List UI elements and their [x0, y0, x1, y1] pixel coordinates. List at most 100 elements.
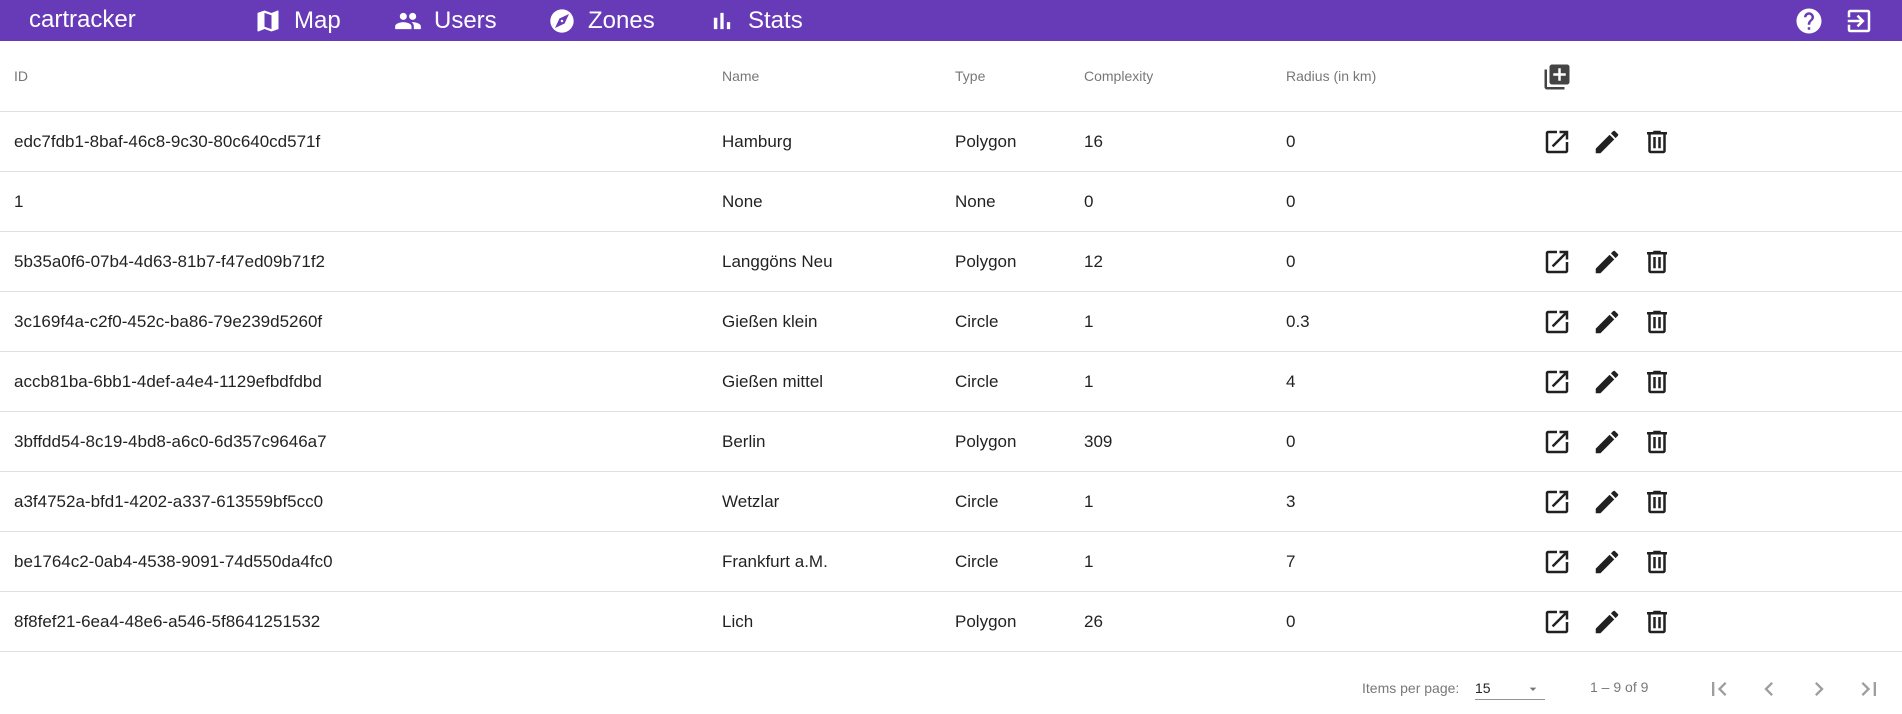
- open-in-new-icon: [1545, 310, 1569, 334]
- delete-trash-icon: [1647, 550, 1667, 574]
- cell-complexity: 1: [1084, 552, 1094, 571]
- table-row[interactable]: 3bffdd54-8c19-4bd8-a6c0-6d357c9646a7 Berl…: [0, 412, 1902, 472]
- header-name[interactable]: Name: [722, 41, 759, 111]
- last-page-button[interactable]: [1855, 675, 1883, 703]
- open-zone-button[interactable]: [1542, 607, 1572, 637]
- cell-id: 3bffdd54-8c19-4bd8-a6c0-6d357c9646a7: [14, 432, 327, 451]
- edit-zone-button[interactable]: [1592, 607, 1622, 637]
- edit-pencil-icon: [1595, 550, 1619, 574]
- delete-zone-button[interactable]: [1642, 127, 1672, 157]
- open-in-new-icon: [1545, 430, 1569, 454]
- top-toolbar: cartracker Map Users Zones Stats: [0, 0, 1902, 41]
- edit-zone-button[interactable]: [1592, 307, 1622, 337]
- cell-name: Langgöns Neu: [722, 252, 833, 271]
- cell-radius: 0: [1286, 132, 1296, 151]
- nav-zones[interactable]: Zones: [548, 0, 655, 41]
- cell-radius: 0: [1286, 432, 1296, 451]
- logout-button[interactable]: [1844, 6, 1874, 36]
- cell-name: Berlin: [722, 432, 766, 451]
- edit-zone-button[interactable]: [1592, 127, 1622, 157]
- table-row[interactable]: 5b35a0f6-07b4-4d63-81b7-f47ed09b71f2 Lang…: [0, 232, 1902, 292]
- cell-type: Polygon: [955, 612, 1017, 631]
- table-row[interactable]: accb81ba-6bb1-4def-a4e4-1129efbdfdbd Gieß…: [0, 352, 1902, 412]
- edit-zone-button[interactable]: [1592, 247, 1622, 277]
- prev-page-icon: [1764, 682, 1773, 696]
- edit-zone-button[interactable]: [1592, 487, 1622, 517]
- nav-users-label: Users: [434, 6, 497, 34]
- delete-zone-button[interactable]: [1642, 487, 1672, 517]
- prev-page-button[interactable]: [1755, 675, 1783, 703]
- nav-zones-label: Zones: [588, 6, 655, 34]
- open-zone-button[interactable]: [1542, 367, 1572, 397]
- edit-zone-button[interactable]: [1592, 427, 1622, 457]
- first-page-icon: [1712, 682, 1727, 696]
- table-header: ID Name Type Complexity Radius (in km): [0, 41, 1902, 112]
- open-in-new-icon: [1545, 250, 1569, 274]
- open-zone-button[interactable]: [1542, 487, 1572, 517]
- header-complexity[interactable]: Complexity: [1084, 41, 1153, 111]
- cell-type: None: [955, 192, 996, 211]
- open-in-new-icon: [1545, 610, 1569, 634]
- table-row[interactable]: a3f4752a-bfd1-4202-a337-613559bf5cc0 Wetz…: [0, 472, 1902, 532]
- open-in-new-icon: [1545, 130, 1569, 154]
- cell-name: Gießen mittel: [722, 372, 824, 391]
- last-page-icon: [1861, 682, 1876, 696]
- edit-pencil-icon: [1595, 610, 1619, 634]
- edit-zone-button[interactable]: [1592, 367, 1622, 397]
- cell-name: Hamburg: [722, 132, 792, 151]
- app-brand[interactable]: cartracker: [29, 6, 136, 34]
- help-button[interactable]: [1794, 6, 1824, 36]
- table-row[interactable]: be1764c2-0ab4-4538-9091-74d550da4fc0 Fran…: [0, 532, 1902, 592]
- cell-radius: 0: [1286, 612, 1296, 631]
- cell-complexity: 309: [1084, 432, 1113, 451]
- bar-chart-icon: [713, 12, 731, 29]
- table-row[interactable]: 8f8fef21-6ea4-48e6-a546-5f8641251532 Lich…: [0, 592, 1902, 652]
- delete-zone-button[interactable]: [1642, 247, 1672, 277]
- cell-complexity: 16: [1084, 132, 1103, 151]
- cell-type: Circle: [955, 312, 999, 331]
- delete-zone-button[interactable]: [1642, 427, 1672, 457]
- library-add-icon: [1544, 64, 1570, 90]
- nav-stats[interactable]: Stats: [708, 0, 803, 41]
- cell-name: None: [722, 192, 763, 211]
- nav-users[interactable]: Users: [394, 0, 497, 41]
- header-radius[interactable]: Radius (in km): [1286, 41, 1376, 111]
- cell-complexity: 1: [1084, 492, 1094, 511]
- delete-trash-icon: [1647, 310, 1667, 334]
- open-zone-button[interactable]: [1542, 427, 1572, 457]
- cell-id: 1: [14, 192, 24, 211]
- table-row[interactable]: 1 None None 0 0: [0, 172, 1902, 232]
- compass-icon: [550, 8, 574, 33]
- edit-zone-button[interactable]: [1592, 547, 1622, 577]
- open-in-new-icon: [1545, 370, 1569, 394]
- next-page-button[interactable]: [1805, 675, 1833, 703]
- map-icon: [257, 10, 279, 31]
- first-page-button[interactable]: [1705, 675, 1733, 703]
- open-zone-button[interactable]: [1542, 307, 1572, 337]
- open-in-new-icon: [1545, 490, 1569, 514]
- nav-map[interactable]: Map: [254, 0, 341, 41]
- cell-type: Circle: [955, 492, 999, 511]
- delete-trash-icon: [1647, 370, 1667, 394]
- nav-map-label: Map: [294, 6, 341, 34]
- dropdown-arrow-icon: [1525, 681, 1541, 697]
- delete-zone-button[interactable]: [1642, 607, 1672, 637]
- next-page-icon: [1815, 682, 1824, 696]
- delete-zone-button[interactable]: [1642, 547, 1672, 577]
- open-zone-button[interactable]: [1542, 547, 1572, 577]
- items-per-page-select[interactable]: 15: [1475, 677, 1545, 700]
- table-row[interactable]: 3c169f4a-c2f0-452c-ba86-79e239d5260f Gieß…: [0, 292, 1902, 352]
- open-zone-button[interactable]: [1542, 247, 1572, 277]
- cell-complexity: 26: [1084, 612, 1103, 631]
- header-type[interactable]: Type: [955, 41, 985, 111]
- delete-zone-button[interactable]: [1642, 367, 1672, 397]
- delete-trash-icon: [1647, 130, 1667, 154]
- cell-id: 3c169f4a-c2f0-452c-ba86-79e239d5260f: [14, 312, 323, 331]
- open-zone-button[interactable]: [1542, 127, 1572, 157]
- table-row[interactable]: edc7fdb1-8baf-46c8-9c30-80c640cd571f Hamb…: [0, 112, 1902, 172]
- cell-radius: 4: [1286, 372, 1296, 391]
- delete-zone-button[interactable]: [1642, 307, 1672, 337]
- header-id[interactable]: ID: [14, 41, 28, 111]
- add-zone-button[interactable]: [1542, 62, 1572, 92]
- cell-type: Polygon: [955, 132, 1017, 151]
